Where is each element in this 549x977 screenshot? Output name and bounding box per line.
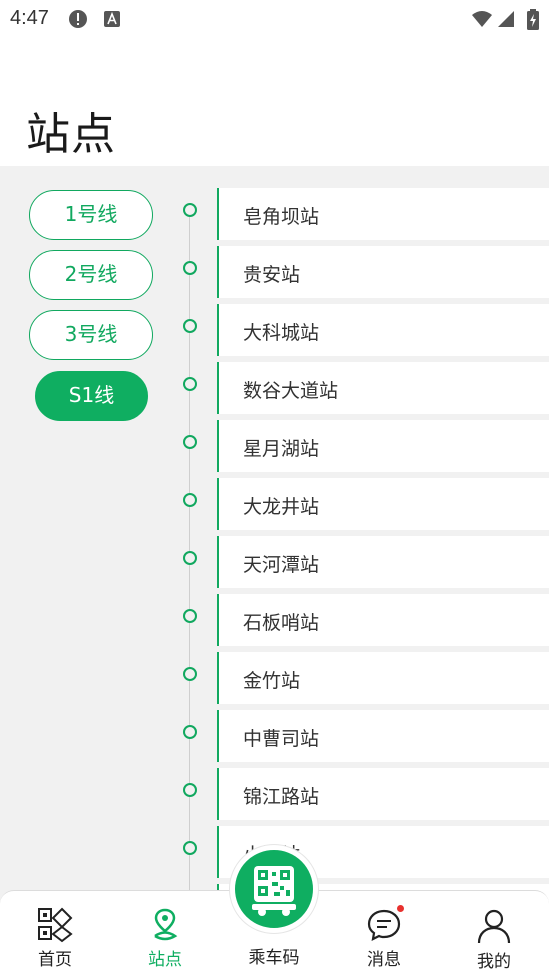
nav-home[interactable]: 首页 [15, 903, 95, 973]
station-item[interactable]: 贵安站 [217, 246, 549, 298]
alert-icon [69, 10, 87, 28]
ride-code-label: 乘车码 [248, 948, 300, 968]
station-item[interactable]: 大龙井站 [217, 478, 549, 530]
ride-code-button[interactable] [230, 845, 318, 933]
station-name: 大龙井站 [243, 496, 320, 518]
status-bar: 4:47 [0, 0, 549, 38]
station-name: 锦江路站 [243, 786, 320, 808]
station-dot [183, 377, 197, 391]
wifi-icon [472, 11, 492, 27]
station-dot [183, 319, 197, 333]
location-pin-icon [154, 908, 178, 941]
station-item[interactable]: 大科城站 [217, 304, 549, 356]
nav-messages-label: 消息 [367, 950, 401, 970]
signal-icon [498, 11, 514, 27]
station-name: 石板哨站 [243, 612, 320, 634]
nav-mine-label: 我的 [477, 952, 511, 972]
station-item[interactable]: 天河潭站 [217, 536, 549, 588]
chat-bubble-icon [367, 909, 401, 941]
nav-mine[interactable]: 我的 [454, 903, 534, 973]
station-dot [183, 493, 197, 507]
station-name: 星月湖站 [243, 438, 320, 460]
keyboard-a-icon [104, 11, 120, 27]
station-name: 数谷大道站 [243, 380, 339, 402]
user-icon [477, 909, 511, 943]
page-title: 站点 [26, 109, 116, 160]
station-name: 金竹站 [243, 670, 301, 692]
station-item[interactable]: 皂角坝站 [217, 188, 549, 240]
station-item[interactable]: 锦江路站 [217, 768, 549, 820]
station-dot [183, 609, 197, 623]
nav-stations-label: 站点 [148, 950, 182, 970]
nav-stations[interactable]: 站点 [125, 903, 205, 973]
station-name: 皂角坝站 [243, 206, 320, 228]
station-dot [183, 435, 197, 449]
station-dot [183, 841, 197, 855]
line-2-button[interactable]: 2号线 [29, 250, 153, 300]
status-time: 4:47 [10, 7, 49, 29]
station-name: 大科城站 [243, 322, 320, 344]
battery-icon [527, 9, 539, 30]
nav-home-label: 首页 [38, 950, 72, 970]
station-item[interactable]: 中曹司站 [217, 710, 549, 762]
station-item[interactable]: 石板哨站 [217, 594, 549, 646]
station-item[interactable]: 金竹站 [217, 652, 549, 704]
line-s1-button[interactable]: S1线 [35, 371, 148, 421]
unread-badge [397, 905, 404, 912]
station-name: 贵安站 [243, 264, 301, 286]
line-1-button[interactable]: 1号线 [29, 190, 153, 240]
bus-qr-icon [252, 866, 296, 916]
station-item[interactable]: 星月湖站 [217, 420, 549, 472]
station-dot [183, 551, 197, 565]
station-dot [183, 261, 197, 275]
line-3-button[interactable]: 3号线 [29, 310, 153, 360]
station-dot [183, 725, 197, 739]
station-dot [183, 203, 197, 217]
station-dot [183, 667, 197, 681]
station-dot [183, 783, 197, 797]
station-name: 中曹司站 [243, 728, 320, 750]
station-name: 天河潭站 [243, 554, 320, 576]
station-item[interactable]: 数谷大道站 [217, 362, 549, 414]
qr-grid-icon [38, 907, 73, 943]
nav-messages[interactable]: 消息 [344, 903, 424, 973]
